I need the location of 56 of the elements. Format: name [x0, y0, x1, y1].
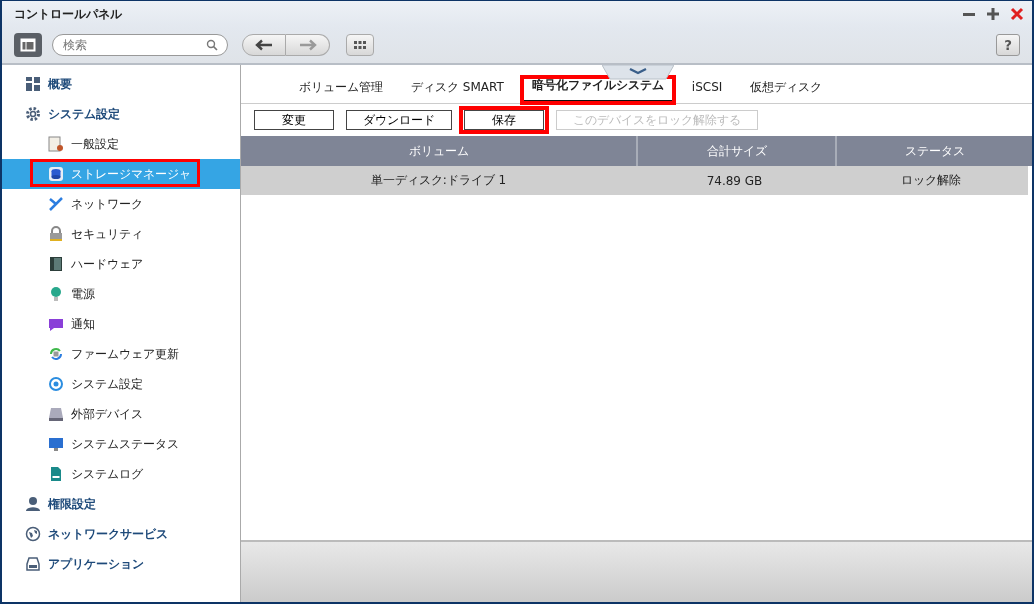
sidebar-item[interactable]: 電源	[2, 279, 240, 309]
column-header[interactable]: ステータス	[837, 136, 1032, 166]
globe-icon	[25, 526, 41, 542]
search-field[interactable]: 検索	[52, 34, 228, 56]
action-button[interactable]: ダウンロード	[346, 110, 452, 130]
sidebar-item[interactable]: システム設定	[2, 369, 240, 399]
sidebar-item[interactable]: ネットワーク	[2, 189, 240, 219]
tab[interactable]: iSCSI	[681, 77, 733, 103]
layout-icon	[20, 38, 36, 52]
sidebar-section[interactable]: 概要	[48, 75, 72, 93]
tray-icon	[25, 556, 41, 572]
action-button[interactable]: 保存	[464, 110, 544, 130]
database-icon	[48, 166, 64, 182]
help-button[interactable]: ?	[996, 34, 1020, 56]
hardware-icon	[48, 256, 64, 272]
grid-icon	[354, 41, 366, 49]
sidebar-item[interactable]: 外部デバイス	[2, 399, 240, 429]
sidebar-item[interactable]: システムステータス	[2, 429, 240, 459]
table-row[interactable]: 単一ディスク:ドライブ 1 74.89 GB ロック解除	[241, 166, 1028, 195]
panel-toggle-button[interactable]	[14, 33, 42, 57]
table-cell-text: 74.89 GB	[705, 173, 764, 188]
search-icon	[206, 39, 218, 51]
sidebar-item[interactable]: セキュリティ	[2, 219, 240, 249]
close-icon[interactable]	[1010, 7, 1024, 21]
table-cell-text: 単一ディスク:ドライブ 1	[369, 172, 508, 189]
tab[interactable]: 暗号化ファイルシステム	[521, 77, 674, 103]
back-button[interactable]	[242, 34, 286, 56]
table-cell-text: ロック解除	[899, 172, 962, 189]
action-button[interactable]: 変更	[254, 110, 334, 130]
sidebar-section[interactable]: ネットワークサービス	[48, 525, 168, 543]
left-arrow-icon	[255, 39, 273, 51]
sidebar-item[interactable]: ファームウェア更新	[2, 339, 240, 369]
tab[interactable]: ディスク SMART	[401, 77, 514, 103]
sidebar-section[interactable]: 権限設定	[48, 495, 96, 513]
doc-gear-icon	[48, 136, 64, 152]
tab[interactable]: 仮想ディスク	[740, 77, 833, 103]
lock-icon	[48, 226, 64, 242]
sidebar-section[interactable]: システム設定	[48, 105, 120, 123]
sidebar-item[interactable]: 一般設定	[2, 129, 240, 159]
sidebar-item[interactable]: システムログ	[2, 459, 240, 489]
person-icon	[25, 496, 41, 512]
maximize-icon[interactable]	[986, 7, 1000, 21]
right-arrow-icon	[298, 39, 317, 51]
sidebar-item[interactable]: ハードウェア	[2, 249, 240, 279]
window-title: コントロールパネル	[14, 5, 122, 23]
sidebar-section[interactable]: アプリケーション	[48, 555, 144, 573]
drive-icon	[48, 406, 64, 422]
collapse-handle-icon[interactable]	[602, 65, 674, 81]
bulb-icon	[48, 286, 64, 302]
sidebar-item[interactable]: 通知	[2, 309, 240, 339]
log-icon	[48, 466, 64, 482]
apps-grid-button[interactable]	[346, 34, 374, 56]
tab[interactable]: ボリューム管理	[289, 77, 393, 103]
chat-icon	[48, 316, 64, 332]
grid-icon	[25, 76, 41, 92]
monitor-icon	[48, 436, 64, 452]
